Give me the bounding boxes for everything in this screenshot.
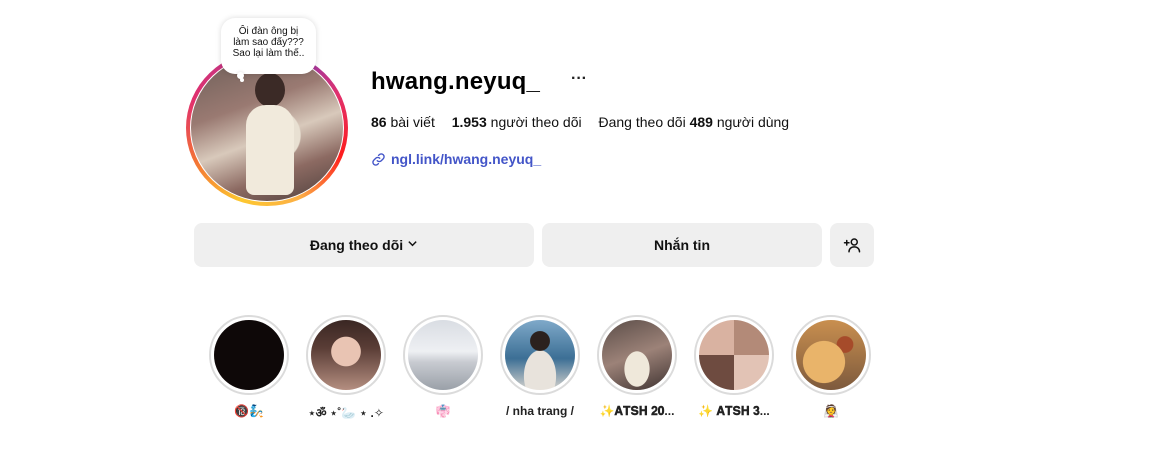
- highlight-item[interactable]: 🔞🧞: [207, 315, 291, 418]
- following-stat[interactable]: Đang theo dõi 489 người dùng: [599, 114, 790, 130]
- more-options-button[interactable]: ···: [571, 70, 587, 88]
- highlight-cover: [408, 320, 478, 390]
- posts-count: 86: [371, 114, 387, 130]
- followers-label: người theo dõi: [490, 114, 582, 130]
- note-line: Ôi đàn ông bị: [238, 26, 299, 37]
- highlight-item[interactable]: / nha trang /: [498, 315, 582, 418]
- note-line: Sao lại làm thế..: [232, 48, 305, 59]
- highlight-cover: [602, 320, 672, 390]
- posts-label: bài viết: [390, 114, 435, 130]
- highlight-ring: [694, 315, 774, 395]
- highlight-cover: [311, 320, 381, 390]
- following-count: 489: [689, 114, 713, 130]
- chevron-down-icon: [407, 238, 418, 252]
- highlight-label: 👰: [823, 404, 839, 418]
- highlight-label: 👘: [435, 404, 451, 418]
- highlight-label: / nha trang /: [505, 404, 574, 418]
- highlight-cover: [505, 320, 575, 390]
- highlight-item[interactable]: ✨𝐀𝐓𝐒𝐇 𝟐𝟎...: [595, 315, 679, 419]
- highlight-cover: [796, 320, 866, 390]
- following-button[interactable]: Đang theo dõi: [194, 223, 534, 267]
- highlight-item[interactable]: ⋆ॐ ⋆˚🦢 ⋆ .✧: [304, 315, 388, 421]
- highlight-item[interactable]: 👰: [789, 315, 873, 418]
- highlight-label: ✨ 𝐀𝐓𝐒𝐇 𝟑...: [698, 404, 770, 418]
- highlight-ring: [500, 315, 580, 395]
- highlight-ring: [597, 315, 677, 395]
- followers-count: 1.953: [451, 114, 487, 130]
- message-button-label: Nhắn tin: [654, 237, 710, 253]
- profile-note-bubble[interactable]: Ôi đàn ông bị làm sao đấy??? Sao lại làm…: [221, 18, 316, 74]
- suggested-users-button[interactable]: [830, 223, 874, 267]
- highlight-cover: [699, 320, 769, 390]
- message-button[interactable]: Nhắn tin: [542, 223, 822, 267]
- highlight-label: ⋆ॐ ⋆˚🦢 ⋆ .✧: [308, 406, 384, 420]
- highlight-ring: [403, 315, 483, 395]
- followers-stat[interactable]: 1.953 người theo dõi: [452, 114, 586, 130]
- highlight-label: ✨𝐀𝐓𝐒𝐇 𝟐𝟎...: [599, 404, 675, 418]
- add-user-icon: [843, 238, 861, 253]
- highlight-item[interactable]: 👘: [401, 315, 485, 418]
- following-label: người dùng: [716, 114, 790, 130]
- note-line: làm sao đấy???: [233, 37, 304, 48]
- posts-stat[interactable]: 86 bài viết: [371, 114, 439, 130]
- profile-username: hwang.neyuq_: [371, 68, 541, 95]
- highlight-item[interactable]: ✨ 𝐀𝐓𝐒𝐇 𝟑...: [692, 315, 776, 419]
- highlight-label: 🔞🧞: [234, 404, 264, 418]
- highlight-ring: [209, 315, 289, 395]
- profile-link[interactable]: ngl.link/hwang.neyuq_: [371, 151, 541, 167]
- highlight-ring: [791, 315, 871, 395]
- highlight-ring: [306, 315, 386, 395]
- avatar: [191, 55, 343, 201]
- link-icon: [372, 152, 385, 166]
- highlight-cover: [214, 320, 284, 390]
- following-button-label: Đang theo dõi: [309, 237, 404, 253]
- note-tail: [240, 78, 244, 82]
- profile-link-text: ngl.link/hwang.neyuq_: [391, 151, 542, 167]
- following-prefix: Đang theo dõi: [598, 114, 686, 130]
- profile-stats: 86 bài viết 1.953 người theo dõi Đang th…: [371, 114, 802, 130]
